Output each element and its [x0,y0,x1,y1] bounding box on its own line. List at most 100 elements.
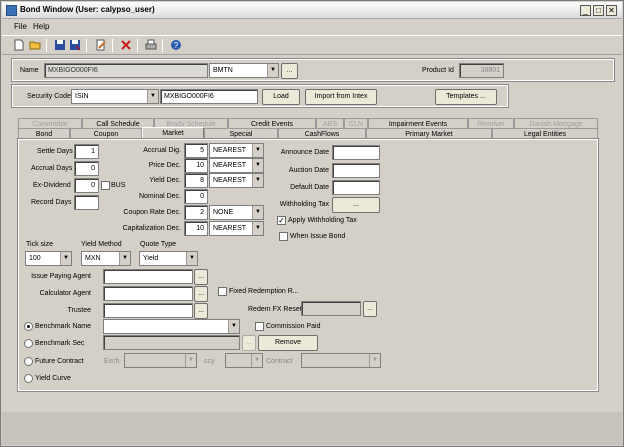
fixed-redemption-checkbox[interactable] [218,287,227,296]
bus-checkbox[interactable] [101,181,110,190]
auction-date-input[interactable] [332,163,380,178]
accrual-dig-input[interactable]: 5 [184,143,208,158]
app-icon [6,5,17,16]
toolbar-separator [137,39,138,52]
chevron-down-icon[interactable]: ▼ [252,222,263,235]
ex-dividend-label: Ex-Dividend [33,182,71,189]
product-type-select[interactable]: BMTN ▼ [209,63,279,78]
benchmark-sec-ellipsis-button: ... [242,335,256,351]
menu-help[interactable]: Help [33,22,49,31]
product-type-value: BMTN [213,67,233,74]
close-button[interactable]: ✕ [606,5,617,16]
tab-cashflows[interactable]: CashFlows [278,128,366,139]
price-dec-rounding-value: NEAREST [213,162,247,169]
accrual-dig-rounding-select[interactable]: NEAREST ▼ [209,143,264,158]
print-icon[interactable] [145,39,157,51]
ccy-select: ▼ [225,353,263,368]
maximize-button[interactable]: □ [593,5,604,16]
tab-special[interactable]: Special [204,128,278,139]
tick-size-select[interactable]: 100 ▼ [25,251,72,266]
remove-button[interactable]: Remove [258,335,318,351]
exch-select: ▼ [124,353,197,368]
default-date-label: Default Date [290,184,329,191]
chevron-down-icon[interactable]: ▼ [252,174,263,187]
benchmark-name-label: Benchmark Name [35,323,92,330]
tab-market[interactable]: Market [142,127,204,139]
price-dec-rounding-select[interactable]: NEAREST ▼ [209,158,264,173]
name-ellipsis-button[interactable]: ... [281,63,298,79]
future-contract-label: Future Contract [35,358,84,365]
accrual-days-input[interactable]: 0 [74,161,99,176]
name-field[interactable]: MXBIGO000FI6 [44,63,208,78]
benchmark-name-radio[interactable] [24,322,33,331]
load-button[interactable]: Load [262,89,300,105]
price-dec-input[interactable]: 10 [184,158,208,173]
chevron-down-icon[interactable]: ▼ [267,64,278,77]
issue-paying-agent-ellipsis-button[interactable]: ... [194,269,208,285]
trustee-ellipsis-button[interactable]: ... [194,303,208,319]
chevron-down-icon[interactable]: ▼ [228,320,239,333]
default-date-input[interactable] [332,180,380,195]
delete-icon[interactable] [120,39,132,51]
capitalization-dec-input[interactable]: 10 [184,221,208,236]
new-icon[interactable] [13,39,25,51]
tab-legal-entities[interactable]: Legal Entities [492,128,598,139]
apply-withholding-tax-checkbox[interactable]: ✓ [277,216,286,225]
when-issue-bond-checkbox[interactable] [279,232,288,241]
product-id-label: Product Id [422,67,454,74]
tick-size-value: 100 [29,255,41,262]
commission-paid-checkbox[interactable] [255,322,264,331]
record-days-input[interactable] [74,195,99,210]
security-code-type-select[interactable]: ISIN ▼ [71,89,159,104]
toolbar: ? [2,35,622,55]
chevron-down-icon[interactable]: ▼ [252,206,263,219]
issue-paying-agent-input[interactable] [103,269,193,284]
withholding-tax-button[interactable]: ... [332,197,380,213]
nominal-dec-input[interactable]: 0 [184,189,208,204]
calculator-agent-label: Calculator Agent [39,290,91,297]
tab-primary-market[interactable]: Primary Market [366,128,492,139]
toolbar-separator [162,39,163,52]
edit-icon[interactable] [95,39,107,51]
minimize-button[interactable]: _ [580,5,591,16]
open-icon[interactable] [29,39,41,51]
future-contract-radio[interactable] [24,357,33,366]
calculator-agent-ellipsis-button[interactable]: ... [194,286,208,302]
calculator-agent-input[interactable] [103,286,193,301]
benchmark-sec-input [103,335,240,350]
chevron-down-icon[interactable]: ▼ [147,90,158,103]
tab-coupon[interactable]: Coupon [70,128,142,139]
save-as-icon[interactable] [69,39,81,51]
chevron-down-icon[interactable]: ▼ [252,144,263,157]
exch-label: Exch [104,358,120,365]
trustee-input[interactable] [103,303,193,318]
settle-days-input[interactable]: 1 [74,144,99,159]
coupon-rate-dec-input[interactable]: 2 [184,205,208,220]
quote-type-select[interactable]: Yield ▼ [139,251,198,266]
yield-method-select[interactable]: MXN ▼ [81,251,131,266]
chevron-down-icon: ▼ [251,354,262,367]
benchmark-sec-radio[interactable] [24,339,33,348]
chevron-down-icon[interactable]: ▼ [119,252,130,265]
announce-date-input[interactable] [332,145,380,160]
security-code-input[interactable]: MXBIGO000FI6 [160,89,258,104]
menu-file[interactable]: File [14,22,27,31]
benchmark-name-select[interactable]: ▼ [103,319,240,334]
templates-button[interactable]: Templates ... [435,89,497,105]
capitalization-dec-rounding-select[interactable]: NEAREST ▼ [209,221,264,236]
redem-fx-reset-ellipsis-button[interactable]: ... [363,301,377,317]
yield-curve-radio[interactable] [24,374,33,383]
yield-dec-rounding-select[interactable]: NEAREST ▼ [209,173,264,188]
chevron-down-icon[interactable]: ▼ [252,159,263,172]
tab-bond[interactable]: Bond [18,128,70,139]
help-icon[interactable]: ? [170,39,182,51]
yield-dec-input[interactable]: 8 [184,173,208,188]
coupon-rate-dec-rounding-select[interactable]: NONE ▼ [209,205,264,220]
ex-dividend-input[interactable]: 0 [74,178,99,193]
title-bar[interactable]: Bond Window (User: calypso_user) _ □ ✕ [2,2,622,19]
bus-label: BUS [111,182,126,189]
chevron-down-icon[interactable]: ▼ [60,252,71,265]
chevron-down-icon[interactable]: ▼ [186,252,197,265]
save-icon[interactable] [54,39,66,51]
import-from-intex-button[interactable]: Import from Intex [305,89,377,105]
